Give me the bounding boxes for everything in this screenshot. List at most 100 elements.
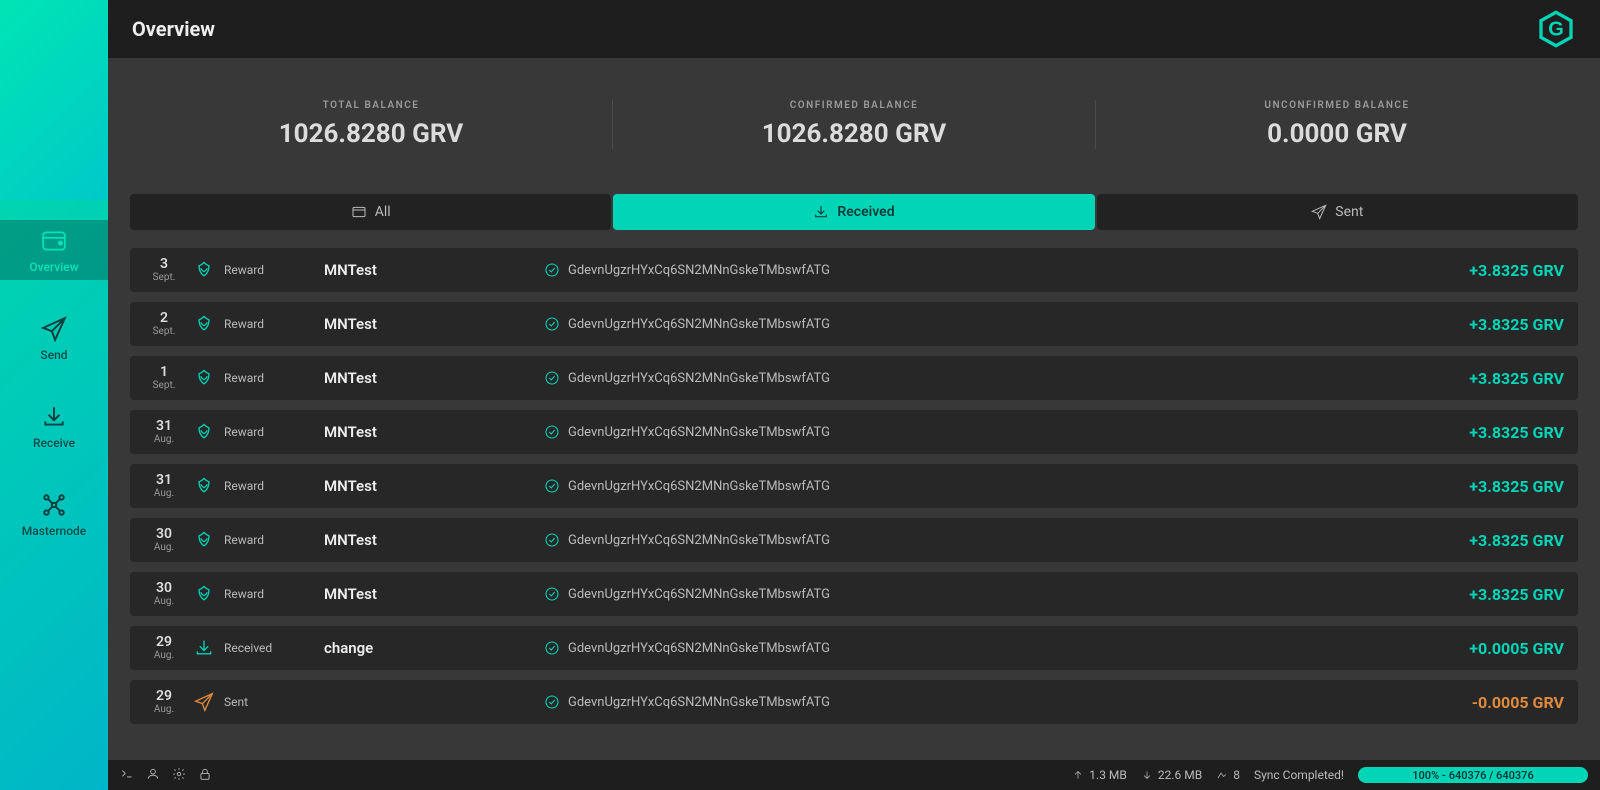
- transaction-row[interactable]: 30 Aug. Reward MNTest GdevnUgzrHYxCq6SN2…: [130, 572, 1578, 616]
- peers-value: 8: [1233, 768, 1240, 782]
- sidebar: Overview Send Receive Masternode: [0, 0, 108, 790]
- tx-date: 29 Aug.: [144, 689, 184, 715]
- tx-month: Aug.: [144, 435, 184, 445]
- tx-amount: +0.0005 GRV: [1384, 639, 1564, 658]
- tab-all-label: All: [375, 204, 391, 220]
- balance-summary: TOTAL BALANCE 1026.8280 GRV CONFIRMED BA…: [130, 64, 1578, 184]
- sidebar-item-send[interactable]: Send: [0, 308, 108, 368]
- transaction-row[interactable]: 2 Sept. Reward MNTest GdevnUgzrHYxCq6SN2…: [130, 302, 1578, 346]
- send-icon: [1311, 204, 1327, 220]
- tx-label: MNTest: [324, 585, 544, 603]
- tx-month: Sept.: [144, 273, 184, 283]
- tx-address: GdevnUgzrHYxCq6SN2MNnGskeTMbswfATG: [568, 533, 830, 548]
- sidebar-item-masternode[interactable]: Masternode: [0, 484, 108, 544]
- unconfirmed-balance-value: 0.0000 GRV: [1096, 119, 1578, 149]
- tx-day: 31: [144, 419, 184, 433]
- tx-amount: -0.0005 GRV: [1384, 693, 1564, 712]
- reward-icon: [184, 476, 224, 496]
- tx-address: GdevnUgzrHYxCq6SN2MNnGskeTMbswfATG: [568, 587, 830, 602]
- tx-date: 31 Aug.: [144, 473, 184, 499]
- transaction-row[interactable]: 30 Aug. Reward MNTest GdevnUgzrHYxCq6SN2…: [130, 518, 1578, 562]
- reward-icon: [184, 584, 224, 604]
- tx-day: 30: [144, 581, 184, 595]
- app-logo-icon[interactable]: [1536, 9, 1576, 49]
- tx-label: MNTest: [324, 369, 544, 387]
- sidebar-item-label: Receive: [33, 436, 75, 450]
- tx-label: MNTest: [324, 315, 544, 333]
- check-icon: [544, 640, 560, 656]
- reward-icon: [184, 530, 224, 550]
- transaction-row[interactable]: 31 Aug. Reward MNTest GdevnUgzrHYxCq6SN2…: [130, 410, 1578, 454]
- status-bar: 1.3 MB 22.6 MB 8 Sync Completed! 100% - …: [108, 760, 1600, 790]
- transaction-row[interactable]: 3 Sept. Reward MNTest GdevnUgzrHYxCq6SN2…: [130, 248, 1578, 292]
- network-icon: [37, 490, 71, 520]
- tab-sent[interactable]: Sent: [1097, 194, 1578, 230]
- tx-day: 30: [144, 527, 184, 541]
- transaction-row[interactable]: 1 Sept. Reward MNTest GdevnUgzrHYxCq6SN2…: [130, 356, 1578, 400]
- tx-address: GdevnUgzrHYxCq6SN2MNnGskeTMbswfATG: [568, 425, 830, 440]
- all-icon: [351, 204, 367, 220]
- tx-amount: +3.8325 GRV: [1384, 261, 1564, 280]
- reward-icon: [184, 260, 224, 280]
- tab-received[interactable]: Received: [613, 194, 1094, 230]
- check-icon: [544, 532, 560, 548]
- tx-address-wrap: GdevnUgzrHYxCq6SN2MNnGskeTMbswfATG: [544, 370, 1384, 386]
- sidebar-brand-gradient: [0, 0, 108, 200]
- tx-address: GdevnUgzrHYxCq6SN2MNnGskeTMbswfATG: [568, 641, 830, 656]
- sidebar-nav: Overview Send Receive Masternode: [0, 200, 108, 790]
- tx-month: Aug.: [144, 543, 184, 553]
- tab-received-label: Received: [837, 204, 894, 220]
- tx-address-wrap: GdevnUgzrHYxCq6SN2MNnGskeTMbswfATG: [544, 424, 1384, 440]
- tx-type: Received: [224, 641, 324, 655]
- sync-progress-bar: 100% - 640376 / 640376: [1358, 767, 1588, 783]
- total-balance-label: TOTAL BALANCE: [130, 100, 612, 111]
- upload-stat: 1.3 MB: [1072, 768, 1127, 782]
- transaction-row[interactable]: 31 Aug. Reward MNTest GdevnUgzrHYxCq6SN2…: [130, 464, 1578, 508]
- tx-address-wrap: GdevnUgzrHYxCq6SN2MNnGskeTMbswfATG: [544, 478, 1384, 494]
- console-icon[interactable]: [120, 767, 134, 784]
- download-value: 22.6 MB: [1158, 768, 1202, 782]
- transaction-row[interactable]: 29 Aug. Sent GdevnUgzrHYxCq6SN2MNnGskeTM…: [130, 680, 1578, 724]
- transaction-list[interactable]: 3 Sept. Reward MNTest GdevnUgzrHYxCq6SN2…: [130, 248, 1578, 750]
- tx-label: MNTest: [324, 261, 544, 279]
- settings-icon[interactable]: [172, 767, 186, 784]
- confirmed-balance-value: 1026.8280 GRV: [613, 119, 1095, 149]
- unconfirmed-balance-label: UNCONFIRMED BALANCE: [1096, 100, 1578, 111]
- tx-type: Reward: [224, 371, 324, 385]
- sidebar-item-label: Overview: [29, 260, 78, 274]
- tx-date: 30 Aug.: [144, 581, 184, 607]
- tx-amount: +3.8325 GRV: [1384, 423, 1564, 442]
- tx-date: 29 Aug.: [144, 635, 184, 661]
- tx-address: GdevnUgzrHYxCq6SN2MNnGskeTMbswfATG: [568, 479, 830, 494]
- tx-address-wrap: GdevnUgzrHYxCq6SN2MNnGskeTMbswfATG: [544, 586, 1384, 602]
- send-icon: [37, 314, 71, 344]
- lock-icon[interactable]: [198, 767, 212, 784]
- transaction-row[interactable]: 29 Aug. Received change GdevnUgzrHYxCq6S…: [130, 626, 1578, 670]
- unconfirmed-balance: UNCONFIRMED BALANCE 0.0000 GRV: [1096, 100, 1578, 149]
- tx-date: 30 Aug.: [144, 527, 184, 553]
- check-icon: [544, 262, 560, 278]
- sent-icon: [184, 692, 224, 712]
- tx-address-wrap: GdevnUgzrHYxCq6SN2MNnGskeTMbswfATG: [544, 640, 1384, 656]
- tab-sent-label: Sent: [1335, 204, 1363, 220]
- tx-type: Reward: [224, 425, 324, 439]
- tx-amount: +3.8325 GRV: [1384, 531, 1564, 550]
- tab-all[interactable]: All: [130, 194, 611, 230]
- tx-type: Reward: [224, 263, 324, 277]
- sync-progress-text: 100% - 640376 / 640376: [1412, 769, 1534, 782]
- receive-icon: [813, 204, 829, 220]
- tx-type: Sent: [224, 695, 324, 709]
- tx-type: Reward: [224, 587, 324, 601]
- user-icon[interactable]: [146, 767, 160, 784]
- tx-date: 31 Aug.: [144, 419, 184, 445]
- tx-address: GdevnUgzrHYxCq6SN2MNnGskeTMbswfATG: [568, 317, 830, 332]
- tx-address: GdevnUgzrHYxCq6SN2MNnGskeTMbswfATG: [568, 695, 830, 710]
- tx-label: change: [324, 639, 544, 657]
- tx-type: Reward: [224, 533, 324, 547]
- sidebar-item-receive[interactable]: Receive: [0, 396, 108, 456]
- tx-amount: +3.8325 GRV: [1384, 315, 1564, 334]
- tx-day: 29: [144, 635, 184, 649]
- tx-label: MNTest: [324, 423, 544, 441]
- peers-icon: [1216, 769, 1228, 781]
- sidebar-item-overview[interactable]: Overview: [0, 220, 108, 280]
